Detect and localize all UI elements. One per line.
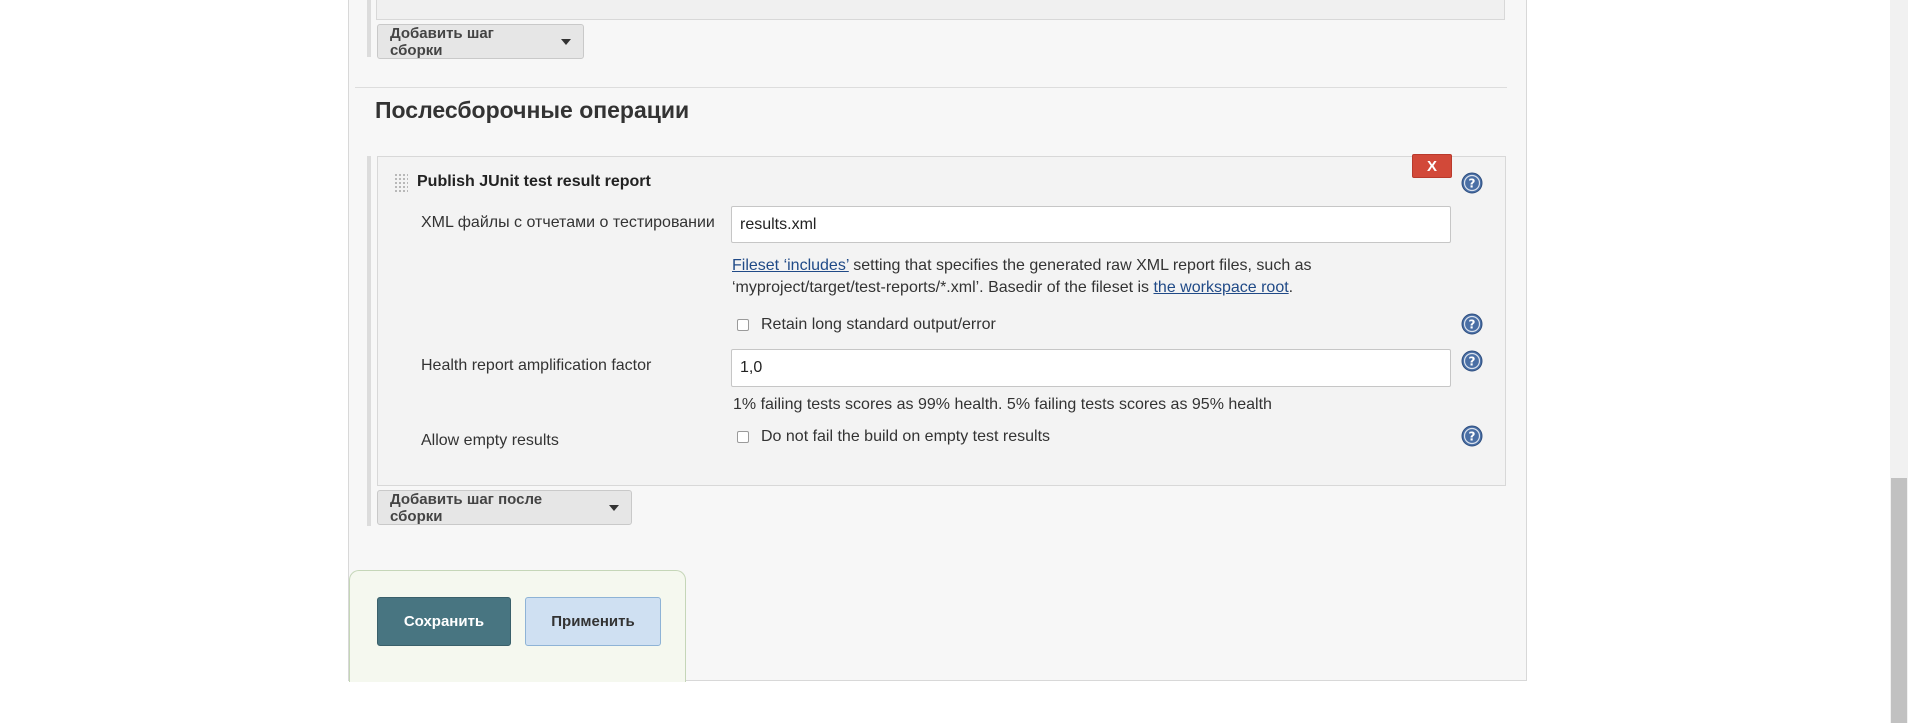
svg-text:?: ? (1469, 177, 1476, 191)
description-text-2: . (1288, 279, 1294, 296)
build-section-bar (367, 0, 371, 57)
health-factor-label: Health report amplification factor (421, 357, 652, 374)
apply-button[interactable]: Применить (525, 597, 661, 646)
add-post-build-step-button[interactable]: Добавить шаг после сборки (377, 490, 632, 525)
caret-down-icon (609, 504, 619, 511)
help-icon[interactable]: ? (1461, 172, 1483, 194)
xml-files-input[interactable] (731, 206, 1451, 243)
retain-output-label: Retain long standard output/error (761, 316, 996, 333)
add-post-build-step-label: Добавить шаг после сборки (390, 490, 543, 525)
allow-empty-checkbox-label: Do not fail the build on empty test resu… (761, 428, 1051, 445)
help-icon[interactable]: ? (1461, 313, 1483, 335)
drag-handle-icon[interactable] (394, 173, 408, 193)
svg-text:?: ? (1469, 430, 1476, 444)
build-step-box (376, 0, 1505, 20)
post-build-section-title: Послесборочные операции (375, 97, 690, 123)
allow-empty-row: Do not fail the build on empty test resu… (737, 428, 1050, 446)
svg-text:?: ? (1469, 355, 1476, 369)
section-divider (355, 87, 1507, 88)
help-icon[interactable]: ? (1461, 425, 1483, 447)
retain-output-row: Retain long standard output/error (737, 316, 996, 334)
workspace-root-link[interactable]: the workspace root (1153, 279, 1288, 296)
allow-empty-checkbox[interactable] (737, 431, 749, 443)
junit-step-title: Publish JUnit test result report (417, 173, 651, 190)
caret-down-icon (561, 38, 571, 45)
jenkins-config-page: Добавить шаг сборки Послесборочные опера… (0, 0, 1908, 723)
health-factor-input[interactable] (731, 349, 1451, 387)
allow-empty-label: Allow empty results (421, 432, 559, 449)
save-button[interactable]: Сохранить (377, 597, 511, 646)
retain-output-checkbox[interactable] (737, 319, 749, 331)
scrollbar-thumb[interactable] (1891, 478, 1907, 723)
add-build-step-label: Добавить шаг сборки (390, 24, 494, 59)
post-build-section-bar (367, 156, 371, 526)
help-icon[interactable]: ? (1461, 350, 1483, 372)
svg-text:?: ? (1469, 318, 1476, 332)
xml-files-label: XML файлы с отчетами о тестировании (421, 214, 715, 231)
delete-step-button[interactable]: X (1412, 154, 1452, 178)
add-build-step-button[interactable]: Добавить шаг сборки (377, 24, 584, 59)
fileset-includes-link[interactable]: Fileset ‘includes’ (732, 257, 849, 274)
health-factor-hint: 1% failing tests scores as 99% health. 5… (733, 396, 1272, 413)
xml-files-description: Fileset ‘includes’ setting that specifie… (732, 255, 1352, 299)
